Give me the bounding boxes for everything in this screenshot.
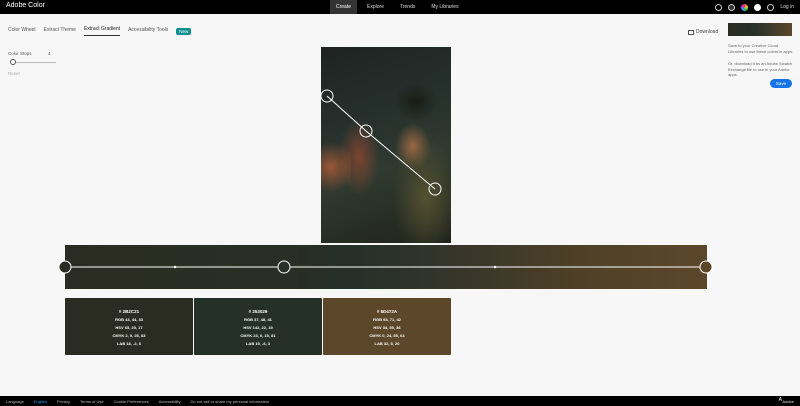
color-swatch-2[interactable]: # 253029 RGB 37, 48, 41 HSV 142, 22, 19 … [194,298,322,355]
tab-extract-gradient[interactable]: Extract Gradient [83,26,121,36]
app-title[interactable]: Adobe Color [6,2,45,9]
top-bar: Adobe Color Create Explore Trends My Lib… [0,0,800,14]
gradient-stops-track [58,260,713,274]
swatch-lab: LAB 18, -2, 6 [116,341,141,346]
swatch-hsv: HSV 142, 22, 19 [243,325,273,330]
adobe-label: Adobe [782,399,794,404]
swatch-hex: # 253029 [248,309,268,314]
tab-color-wheel[interactable]: Color Wheel [8,27,36,36]
swatch-hsv: HSV 34, 55, 36 [373,325,401,330]
footer-terms-link[interactable]: Terms of Use [80,399,104,404]
swatch-rgb: RGB 93, 71, 42 [373,317,401,322]
gradient-stop-1[interactable] [58,260,72,274]
gradient-midpoint-1[interactable] [173,265,177,269]
reset-button[interactable]: Reset [8,71,20,76]
nav-libraries[interactable]: My Libraries [425,0,464,14]
footer-do-not-sell-link[interactable]: Do not sell or share my personal informa… [191,399,269,404]
tab-extract-theme[interactable]: Extract Theme [44,27,76,36]
save-button[interactable]: Save [770,79,792,88]
gradient-stop-3[interactable] [699,260,713,274]
color-stops-label: Color Stops [8,51,32,56]
gradient-thumbnail [728,23,792,36]
color-wheel-icon[interactable] [741,3,749,11]
color-stops-value: 4 [48,51,51,56]
help-icon[interactable] [728,3,736,11]
new-badge: New [176,27,192,35]
gradient-path-overlay [321,89,442,196]
swatch-cmyk: CMYK 2, 0, 25, 83 [112,333,146,338]
login-link[interactable]: Log in [780,4,794,10]
gradient-stop-2[interactable] [277,260,291,274]
download-button[interactable]: Download [688,29,718,35]
color-stops-slider[interactable] [12,62,56,63]
color-swatch-3[interactable]: # 5D472A RGB 93, 71, 42 HSV 34, 55, 36 C… [323,298,451,355]
footer-language-label: Language [6,398,24,404]
top-bar-actions: Log in [715,0,794,14]
footer-cookie-link[interactable]: Cookie Preferences [114,399,149,404]
footer: Language English Privacy Terms of Use Co… [0,396,800,406]
swatch-hex: # 2B2C21 [118,309,140,314]
swatch-lab: LAB 32, 5, 20 [374,341,400,346]
footer-privacy-link[interactable]: Privacy [57,399,70,404]
swatch-lab: LAB 19, -6, 3 [245,341,270,346]
color-swatch-1[interactable]: # 2B2C21 RGB 43, 44, 33 HSV 65, 25, 17 C… [65,298,193,355]
gradient-midpoint-2[interactable] [493,265,497,269]
download-label: Download [696,29,719,35]
apps-grid-icon[interactable] [767,3,775,11]
save-info-text: Save to your Creative Cloud Libraries to… [728,43,794,54]
settings-icon[interactable] [715,3,723,11]
swatch-hex: # 5D472A [376,309,398,314]
footer-language-select[interactable]: English [34,399,47,404]
swatch-rgb: RGB 43, 44, 33 [115,317,143,322]
main-nav: Create Explore Trends My Libraries [330,0,469,14]
swatch-hsv: HSV 65, 25, 17 [115,325,143,330]
sub-tabs: Color Wheel Extract Theme Extract Gradie… [8,26,192,36]
swatch-cmyk: CMYK 0, 24, 55, 64 [369,333,405,338]
download-info-text: Or, download it as an Adobe Swatch Excha… [728,61,793,77]
source-photo [321,47,451,243]
theme-toggle-icon[interactable] [754,3,762,11]
nav-explore[interactable]: Explore [361,0,390,14]
nav-trends[interactable]: Trends [394,0,421,14]
image-icon [688,29,694,35]
slider-handle[interactable] [10,59,16,65]
swatch-cmyk: CMYK 23, 0, 15, 81 [240,333,276,338]
tab-accessibility-tools[interactable]: Accessibility Tools [128,27,168,36]
nav-create[interactable]: Create [330,0,358,14]
footer-accessibility-link[interactable]: Accessibility [159,399,181,404]
swatch-rgb: RGB 37, 48, 41 [244,317,272,322]
